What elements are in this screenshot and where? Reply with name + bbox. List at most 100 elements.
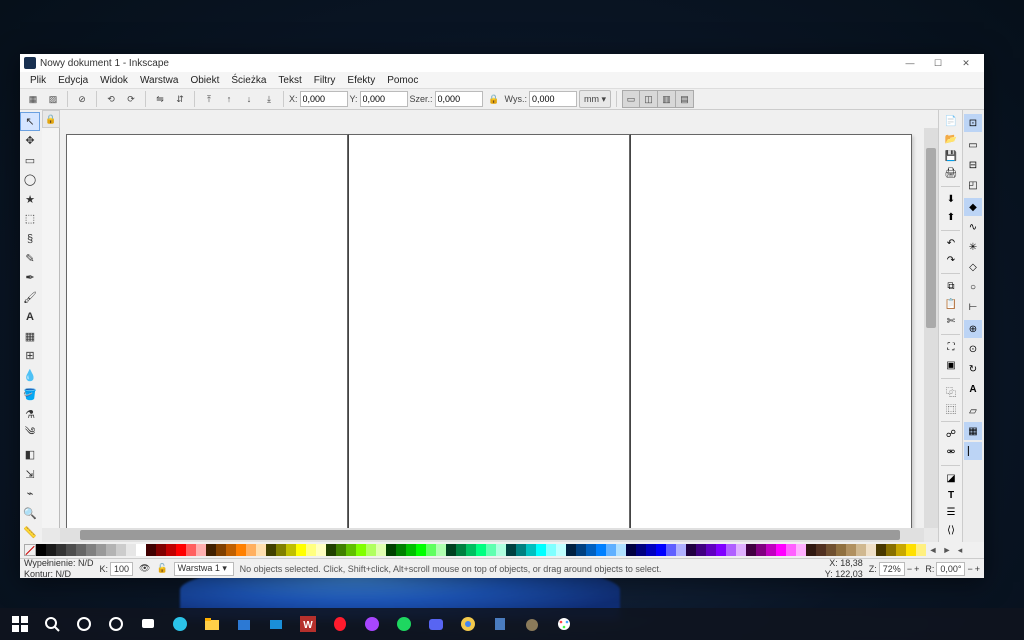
rot-dec-icon[interactable]: − xyxy=(967,564,972,574)
h-input[interactable] xyxy=(529,91,577,107)
snap-cusp-icon[interactable]: ◇ xyxy=(964,258,982,276)
gimp-icon[interactable] xyxy=(518,611,546,637)
color-swatch[interactable] xyxy=(476,544,486,556)
bezier-tool[interactable]: ✒ xyxy=(20,268,40,287)
color-swatch[interactable] xyxy=(366,544,376,556)
color-swatch[interactable] xyxy=(166,544,176,556)
select-all-layers-icon[interactable]: ▦ xyxy=(24,90,42,108)
connector-tool[interactable]: ⇲ xyxy=(20,465,40,484)
text-tool[interactable]: A xyxy=(20,307,40,326)
spiral-tool[interactable]: § xyxy=(20,229,40,248)
snap-node-toggle[interactable]: ◆ xyxy=(964,198,982,216)
chrome-icon[interactable] xyxy=(454,611,482,637)
save-icon[interactable]: 💾 xyxy=(941,149,961,164)
layer-lock-icon[interactable]: 🔓 xyxy=(156,563,167,574)
color-swatch[interactable] xyxy=(46,544,56,556)
chat-icon[interactable] xyxy=(134,611,162,637)
lpe-tool[interactable]: ⌁ xyxy=(20,484,40,503)
page-3[interactable] xyxy=(630,134,912,528)
undo-icon[interactable]: ↶ xyxy=(941,236,961,251)
store-icon[interactable] xyxy=(230,611,258,637)
palette-scroll-left[interactable]: ◄ xyxy=(926,544,940,556)
color-swatch[interactable] xyxy=(606,544,616,556)
layers-icon[interactable]: ☰ xyxy=(941,505,961,520)
fill-stroke-icon[interactable]: ◪ xyxy=(941,470,961,485)
color-swatch[interactable] xyxy=(546,544,556,556)
rotate-cw-icon[interactable]: ⟳ xyxy=(122,90,140,108)
color-swatch[interactable] xyxy=(706,544,716,556)
color-swatch[interactable] xyxy=(236,544,246,556)
color-swatch[interactable] xyxy=(416,544,426,556)
affect-gradient-icon[interactable]: ▥ xyxy=(658,90,676,108)
snap-other-toggle[interactable]: ⊕ xyxy=(964,320,982,338)
layer-selector[interactable]: Warstwa 1 ▾ xyxy=(174,562,234,576)
ungroup-icon[interactable]: ⚮ xyxy=(941,444,961,459)
color-swatch[interactable] xyxy=(326,544,336,556)
opacity-value[interactable]: 100 xyxy=(110,562,133,576)
color-swatch[interactable] xyxy=(276,544,286,556)
spray-tool[interactable]: ༄ xyxy=(20,424,40,444)
print-icon[interactable]: 🖨 xyxy=(941,166,961,181)
color-swatch[interactable] xyxy=(716,544,726,556)
rectangle-tool[interactable]: ▭ xyxy=(20,151,40,170)
color-swatch[interactable] xyxy=(836,544,846,556)
menu-obiekt[interactable]: Obiekt xyxy=(184,75,225,86)
spotify-icon[interactable] xyxy=(390,611,418,637)
menu-edycja[interactable]: Edycja xyxy=(52,75,94,86)
measure-tool[interactable]: 📏 xyxy=(20,523,40,542)
open-icon[interactable]: 📂 xyxy=(941,131,961,146)
messenger-icon[interactable] xyxy=(358,611,386,637)
snap-path-icon[interactable]: ∿ xyxy=(964,218,982,236)
color-swatch[interactable] xyxy=(906,544,916,556)
deselect-icon[interactable]: ⊘ xyxy=(73,90,91,108)
node-tool[interactable]: ✥ xyxy=(20,132,40,151)
fill-value[interactable]: N/D xyxy=(78,558,94,568)
copy-icon[interactable]: ⧉ xyxy=(941,279,961,294)
paint-icon[interactable] xyxy=(550,611,578,637)
color-swatch[interactable] xyxy=(116,544,126,556)
unit-selector[interactable]: mm ▾ xyxy=(579,90,611,108)
color-swatch[interactable] xyxy=(526,544,536,556)
color-swatch[interactable] xyxy=(126,544,136,556)
color-swatch[interactable] xyxy=(856,544,866,556)
color-swatch[interactable] xyxy=(306,544,316,556)
pencil-tool[interactable]: ✎ xyxy=(20,249,40,268)
mail-icon[interactable] xyxy=(262,611,290,637)
color-swatch[interactable] xyxy=(386,544,396,556)
color-swatch[interactable] xyxy=(296,544,306,556)
star-tool[interactable]: ★ xyxy=(20,190,40,209)
color-swatch[interactable] xyxy=(896,544,906,556)
zoom-tool[interactable]: 🔍 xyxy=(20,504,40,523)
snap-master-toggle[interactable]: ⊡ xyxy=(964,114,982,132)
affect-pattern-icon[interactable]: ▤ xyxy=(676,90,694,108)
color-swatch[interactable] xyxy=(596,544,606,556)
layer-visibility-icon[interactable]: 👁 xyxy=(139,563,150,574)
zoom-fit-icon[interactable]: ⛶ xyxy=(941,340,961,355)
color-swatch[interactable] xyxy=(636,544,646,556)
color-swatch[interactable] xyxy=(796,544,806,556)
color-swatch[interactable] xyxy=(676,544,686,556)
affect-corners-icon[interactable]: ◫ xyxy=(640,90,658,108)
color-swatch[interactable] xyxy=(616,544,626,556)
canvas[interactable] xyxy=(60,128,924,528)
zoom-out-icon[interactable]: − xyxy=(907,564,912,574)
snap-page-icon[interactable]: ▱ xyxy=(964,402,982,420)
ruler-origin-lock-icon[interactable]: 🔒 xyxy=(42,110,60,128)
color-swatch[interactable] xyxy=(586,544,596,556)
snap-smooth-icon[interactable]: ○ xyxy=(964,278,982,296)
zoom-page-icon[interactable]: ▣ xyxy=(941,357,961,372)
color-swatch[interactable] xyxy=(356,544,366,556)
snap-bbox-edge-icon[interactable]: ⊟ xyxy=(964,156,982,174)
lower-bottom-icon[interactable]: ⤓ xyxy=(260,90,278,108)
snap-center-icon[interactable]: ⊙ xyxy=(964,340,982,358)
import-icon[interactable]: ⬇ xyxy=(941,192,961,207)
menu-pomoc[interactable]: Pomoc xyxy=(381,75,424,86)
color-swatch[interactable] xyxy=(486,544,496,556)
color-swatch[interactable] xyxy=(406,544,416,556)
color-swatch[interactable] xyxy=(286,544,296,556)
rot-value[interactable]: 0,00° xyxy=(936,562,965,576)
clone-icon[interactable]: ⿴ xyxy=(941,401,961,416)
lock-aspect-icon[interactable]: 🔒 xyxy=(485,90,503,108)
color-swatch[interactable] xyxy=(916,544,926,556)
snap-intersect-icon[interactable]: ✳ xyxy=(964,238,982,256)
